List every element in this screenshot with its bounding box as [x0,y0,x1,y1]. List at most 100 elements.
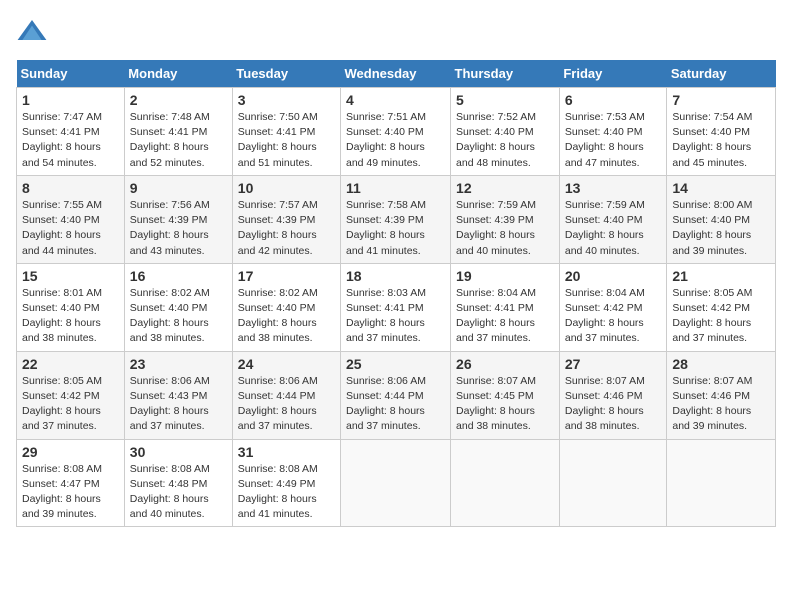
daylight-label: Daylight: 8 hours and 40 minutes. [565,229,644,256]
day-number: 28 [672,356,770,372]
day-cell-10: 10 Sunrise: 7:57 AM Sunset: 4:39 PM Dayl… [232,175,340,263]
daylight-label: Daylight: 8 hours and 39 minutes. [672,229,751,256]
day-info: Sunrise: 8:00 AM Sunset: 4:40 PM Dayligh… [672,198,770,259]
day-cell-4: 4 Sunrise: 7:51 AM Sunset: 4:40 PM Dayli… [341,88,451,176]
daylight-label: Daylight: 8 hours and 38 minutes. [565,405,644,432]
sunset-label: Sunset: 4:42 PM [22,390,100,402]
day-info: Sunrise: 8:02 AM Sunset: 4:40 PM Dayligh… [130,286,227,347]
sunset-label: Sunset: 4:40 PM [346,126,424,138]
day-cell-16: 16 Sunrise: 8:02 AM Sunset: 4:40 PM Dayl… [124,263,232,351]
daylight-label: Daylight: 8 hours and 40 minutes. [130,493,209,520]
day-cell-24: 24 Sunrise: 8:06 AM Sunset: 4:44 PM Dayl… [232,351,340,439]
sunrise-label: Sunrise: 7:47 AM [22,111,102,123]
daylight-label: Daylight: 8 hours and 38 minutes. [456,405,535,432]
day-cell-11: 11 Sunrise: 7:58 AM Sunset: 4:39 PM Dayl… [341,175,451,263]
sunset-label: Sunset: 4:46 PM [672,390,750,402]
day-number: 15 [22,268,119,284]
day-info: Sunrise: 8:05 AM Sunset: 4:42 PM Dayligh… [672,286,770,347]
day-info: Sunrise: 7:53 AM Sunset: 4:40 PM Dayligh… [565,110,662,171]
day-number: 25 [346,356,445,372]
weekday-header-friday: Friday [559,60,667,88]
day-info: Sunrise: 8:04 AM Sunset: 4:42 PM Dayligh… [565,286,662,347]
logo [16,16,52,48]
calendar-week-1: 1 Sunrise: 7:47 AM Sunset: 4:41 PM Dayli… [17,88,776,176]
day-cell-12: 12 Sunrise: 7:59 AM Sunset: 4:39 PM Dayl… [451,175,560,263]
day-number: 2 [130,92,227,108]
sunset-label: Sunset: 4:40 PM [672,126,750,138]
empty-cell [559,439,667,527]
day-cell-6: 6 Sunrise: 7:53 AM Sunset: 4:40 PM Dayli… [559,88,667,176]
day-number: 31 [238,444,335,460]
sunset-label: Sunset: 4:39 PM [456,214,534,226]
day-number: 16 [130,268,227,284]
daylight-label: Daylight: 8 hours and 40 minutes. [456,229,535,256]
sunrise-label: Sunrise: 8:08 AM [22,463,102,475]
day-info: Sunrise: 7:52 AM Sunset: 4:40 PM Dayligh… [456,110,554,171]
day-cell-17: 17 Sunrise: 8:02 AM Sunset: 4:40 PM Dayl… [232,263,340,351]
day-cell-9: 9 Sunrise: 7:56 AM Sunset: 4:39 PM Dayli… [124,175,232,263]
day-info: Sunrise: 8:07 AM Sunset: 4:46 PM Dayligh… [672,374,770,435]
day-number: 22 [22,356,119,372]
sunrise-label: Sunrise: 7:56 AM [130,199,210,211]
day-info: Sunrise: 8:06 AM Sunset: 4:44 PM Dayligh… [346,374,445,435]
day-info: Sunrise: 8:02 AM Sunset: 4:40 PM Dayligh… [238,286,335,347]
sunrise-label: Sunrise: 7:53 AM [565,111,645,123]
sunset-label: Sunset: 4:42 PM [672,302,750,314]
day-info: Sunrise: 7:57 AM Sunset: 4:39 PM Dayligh… [238,198,335,259]
day-info: Sunrise: 7:58 AM Sunset: 4:39 PM Dayligh… [346,198,445,259]
day-info: Sunrise: 7:55 AM Sunset: 4:40 PM Dayligh… [22,198,119,259]
day-number: 26 [456,356,554,372]
sunrise-label: Sunrise: 7:59 AM [565,199,645,211]
day-number: 19 [456,268,554,284]
daylight-label: Daylight: 8 hours and 52 minutes. [130,141,209,168]
sunrise-label: Sunrise: 8:04 AM [456,287,536,299]
day-number: 8 [22,180,119,196]
day-number: 12 [456,180,554,196]
day-info: Sunrise: 8:06 AM Sunset: 4:43 PM Dayligh… [130,374,227,435]
sunset-label: Sunset: 4:43 PM [130,390,208,402]
daylight-label: Daylight: 8 hours and 51 minutes. [238,141,317,168]
day-number: 6 [565,92,662,108]
day-info: Sunrise: 8:08 AM Sunset: 4:47 PM Dayligh… [22,462,119,523]
day-cell-2: 2 Sunrise: 7:48 AM Sunset: 4:41 PM Dayli… [124,88,232,176]
day-number: 18 [346,268,445,284]
page-header [16,16,776,48]
sunset-label: Sunset: 4:39 PM [238,214,316,226]
daylight-label: Daylight: 8 hours and 45 minutes. [672,141,751,168]
sunset-label: Sunset: 4:45 PM [456,390,534,402]
day-cell-19: 19 Sunrise: 8:04 AM Sunset: 4:41 PM Dayl… [451,263,560,351]
day-cell-7: 7 Sunrise: 7:54 AM Sunset: 4:40 PM Dayli… [667,88,776,176]
sunrise-label: Sunrise: 8:01 AM [22,287,102,299]
sunrise-label: Sunrise: 7:55 AM [22,199,102,211]
sunrise-label: Sunrise: 8:04 AM [565,287,645,299]
daylight-label: Daylight: 8 hours and 39 minutes. [22,493,101,520]
day-info: Sunrise: 8:03 AM Sunset: 4:41 PM Dayligh… [346,286,445,347]
day-number: 1 [22,92,119,108]
day-cell-27: 27 Sunrise: 8:07 AM Sunset: 4:46 PM Dayl… [559,351,667,439]
sunset-label: Sunset: 4:41 PM [456,302,534,314]
daylight-label: Daylight: 8 hours and 37 minutes. [130,405,209,432]
day-cell-1: 1 Sunrise: 7:47 AM Sunset: 4:41 PM Dayli… [17,88,125,176]
day-info: Sunrise: 8:06 AM Sunset: 4:44 PM Dayligh… [238,374,335,435]
day-number: 23 [130,356,227,372]
sunrise-label: Sunrise: 8:06 AM [238,375,318,387]
sunset-label: Sunset: 4:40 PM [565,126,643,138]
sunset-label: Sunset: 4:41 PM [346,302,424,314]
sunrise-label: Sunrise: 7:57 AM [238,199,318,211]
calendar-week-5: 29 Sunrise: 8:08 AM Sunset: 4:47 PM Dayl… [17,439,776,527]
sunset-label: Sunset: 4:41 PM [130,126,208,138]
daylight-label: Daylight: 8 hours and 37 minutes. [672,317,751,344]
day-cell-21: 21 Sunrise: 8:05 AM Sunset: 4:42 PM Dayl… [667,263,776,351]
daylight-label: Daylight: 8 hours and 44 minutes. [22,229,101,256]
daylight-label: Daylight: 8 hours and 48 minutes. [456,141,535,168]
sunrise-label: Sunrise: 8:08 AM [130,463,210,475]
sunrise-label: Sunrise: 8:00 AM [672,199,752,211]
day-cell-14: 14 Sunrise: 8:00 AM Sunset: 4:40 PM Dayl… [667,175,776,263]
sunset-label: Sunset: 4:39 PM [130,214,208,226]
sunrise-label: Sunrise: 8:08 AM [238,463,318,475]
day-number: 29 [22,444,119,460]
day-info: Sunrise: 8:07 AM Sunset: 4:46 PM Dayligh… [565,374,662,435]
sunrise-label: Sunrise: 8:07 AM [456,375,536,387]
day-info: Sunrise: 8:01 AM Sunset: 4:40 PM Dayligh… [22,286,119,347]
daylight-label: Daylight: 8 hours and 41 minutes. [238,493,317,520]
